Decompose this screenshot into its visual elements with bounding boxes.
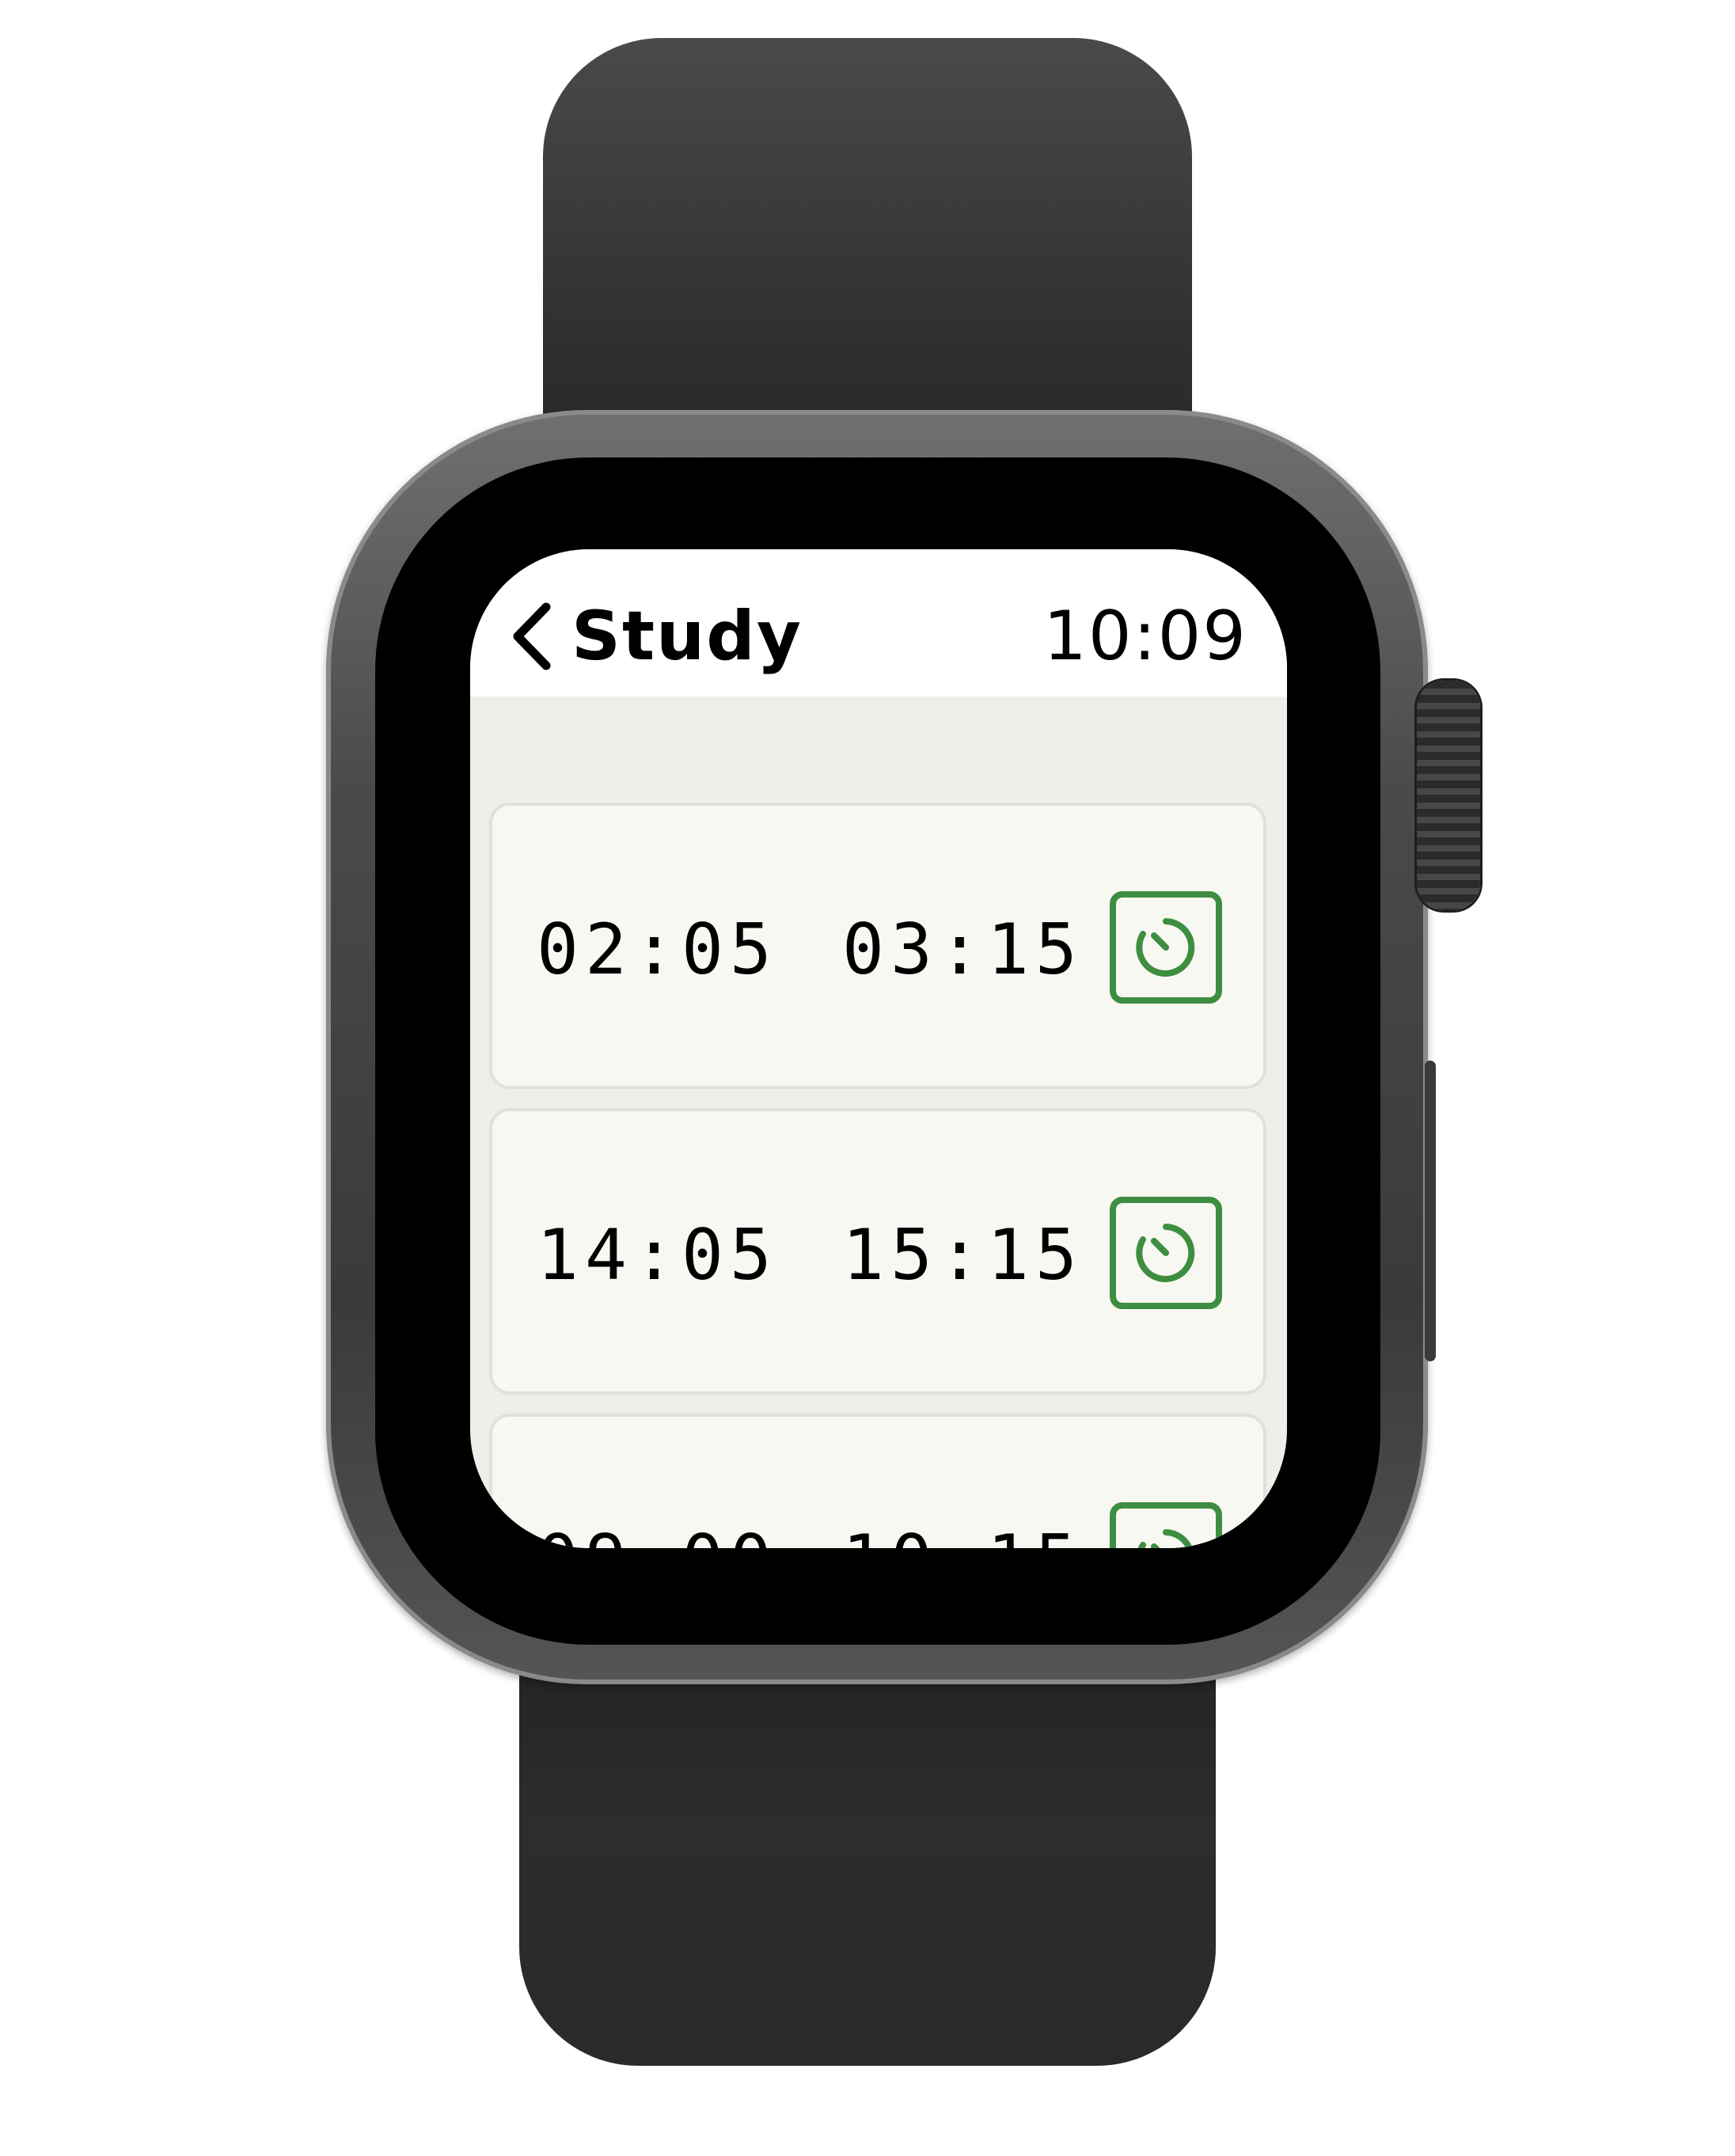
session-end-time: 03:15 (842, 909, 1084, 990)
side-button[interactable] (1425, 1061, 1436, 1361)
session-list: 02:05 03:15 14:05 15:15 09:00 10:15 (489, 803, 1266, 1548)
session-end-time: 15:15 (842, 1214, 1084, 1296)
timer-icon (1136, 1224, 1195, 1282)
start-timer-button[interactable] (1110, 891, 1222, 1004)
timer-icon (1136, 918, 1195, 977)
clock-time: 10:09 (1043, 597, 1247, 676)
digital-crown[interactable] (1417, 681, 1480, 910)
start-timer-button[interactable] (1110, 1502, 1222, 1548)
session-row[interactable]: 02:05 03:15 (489, 803, 1266, 1089)
nav-header: Study 10:09 (470, 549, 1287, 697)
session-end-time: 10:15 (842, 1521, 1084, 1549)
back-button[interactable]: Study (510, 597, 803, 676)
watch-screen: Study 10:09 02:05 03:15 14:05 15:15 (470, 549, 1287, 1548)
session-row[interactable]: 09:00 10:15 (489, 1414, 1266, 1548)
session-start-time: 14:05 (537, 1214, 778, 1296)
back-label: Study (571, 597, 803, 676)
timer-icon (1137, 1529, 1193, 1548)
session-row[interactable]: 14:05 15:15 (489, 1108, 1266, 1395)
chevron-left-icon (513, 602, 551, 670)
session-start-time: 09:00 (537, 1521, 778, 1549)
start-timer-button[interactable] (1110, 1197, 1222, 1309)
session-start-time: 02:05 (537, 909, 778, 990)
